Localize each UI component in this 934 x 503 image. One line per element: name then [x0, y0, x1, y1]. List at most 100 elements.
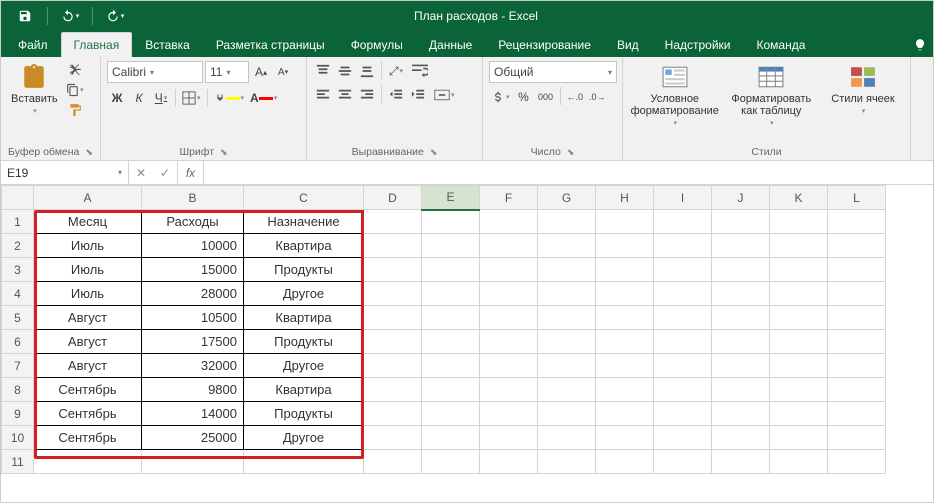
- increase-decimal-button[interactable]: ←.0: [565, 87, 586, 107]
- align-right-button[interactable]: [357, 85, 377, 105]
- cell[interactable]: [828, 258, 886, 282]
- cell-styles-button[interactable]: Стили ячеек▾: [822, 61, 904, 117]
- cell[interactable]: [654, 306, 712, 330]
- cell[interactable]: [480, 210, 538, 234]
- decrease-decimal-button[interactable]: .0→: [587, 87, 608, 107]
- cell[interactable]: [654, 258, 712, 282]
- cell[interactable]: 32000: [142, 354, 244, 378]
- cell[interactable]: [654, 330, 712, 354]
- formula-bar[interactable]: [204, 161, 933, 184]
- cell[interactable]: [422, 258, 480, 282]
- cell[interactable]: [712, 450, 770, 474]
- row-header[interactable]: 1: [2, 210, 34, 234]
- cell[interactable]: [480, 450, 538, 474]
- cell[interactable]: Квартира: [244, 234, 364, 258]
- cell[interactable]: [712, 378, 770, 402]
- name-box[interactable]: E19▾: [1, 161, 129, 184]
- font-name-combo[interactable]: Calibri▾: [107, 61, 203, 83]
- column-header-J[interactable]: J: [712, 186, 770, 210]
- cell[interactable]: [422, 234, 480, 258]
- cell[interactable]: Сентябрь: [34, 402, 142, 426]
- borders-button[interactable]: ▾: [180, 88, 203, 108]
- cell[interactable]: Назначение: [244, 210, 364, 234]
- tell-me-icon[interactable]: [907, 33, 933, 57]
- save-button[interactable]: [7, 1, 43, 31]
- row-header[interactable]: 2: [2, 234, 34, 258]
- cell[interactable]: [770, 378, 828, 402]
- comma-format-button[interactable]: 000: [536, 87, 556, 107]
- cell[interactable]: [828, 330, 886, 354]
- cell[interactable]: [538, 330, 596, 354]
- column-header-E[interactable]: E: [422, 186, 480, 210]
- row-header[interactable]: 9: [2, 402, 34, 426]
- align-left-button[interactable]: [313, 85, 333, 105]
- tab-insert[interactable]: Вставка: [132, 32, 203, 57]
- cell[interactable]: [596, 426, 654, 450]
- format-as-table-button[interactable]: Форматировать как таблицу▾: [725, 61, 818, 129]
- row-header[interactable]: 4: [2, 282, 34, 306]
- cell[interactable]: Август: [34, 330, 142, 354]
- column-header-C[interactable]: C: [244, 186, 364, 210]
- cell[interactable]: Другое: [244, 426, 364, 450]
- cell[interactable]: [712, 306, 770, 330]
- cell[interactable]: 14000: [142, 402, 244, 426]
- cell[interactable]: [770, 210, 828, 234]
- cell[interactable]: [654, 426, 712, 450]
- cell[interactable]: [480, 402, 538, 426]
- tab-file[interactable]: Файл: [5, 32, 61, 57]
- cell[interactable]: [364, 282, 422, 306]
- cancel-formula-button[interactable]: ✕: [129, 166, 153, 180]
- increase-indent-button[interactable]: [408, 85, 428, 105]
- fx-icon[interactable]: fx: [178, 161, 204, 184]
- cell[interactable]: [422, 306, 480, 330]
- cell[interactable]: Июль: [34, 258, 142, 282]
- column-header-G[interactable]: G: [538, 186, 596, 210]
- cell[interactable]: [712, 330, 770, 354]
- cell[interactable]: [364, 210, 422, 234]
- cell[interactable]: [364, 354, 422, 378]
- cell[interactable]: [770, 306, 828, 330]
- cell[interactable]: [596, 258, 654, 282]
- cell[interactable]: [480, 330, 538, 354]
- cell[interactable]: [364, 450, 422, 474]
- bold-button[interactable]: Ж: [107, 88, 127, 108]
- cell[interactable]: [480, 378, 538, 402]
- cell[interactable]: [538, 234, 596, 258]
- cell[interactable]: [480, 354, 538, 378]
- column-header-A[interactable]: A: [34, 186, 142, 210]
- cell[interactable]: [364, 234, 422, 258]
- clipboard-dialog-launcher[interactable]: ⬊: [85, 147, 93, 158]
- tab-data[interactable]: Данные: [416, 32, 485, 57]
- cell[interactable]: Другое: [244, 282, 364, 306]
- cell[interactable]: [422, 450, 480, 474]
- copy-button[interactable]: ▾: [66, 81, 84, 99]
- wrap-text-button[interactable]: [410, 61, 430, 81]
- tab-formulas[interactable]: Формулы: [338, 32, 416, 57]
- cell[interactable]: [770, 282, 828, 306]
- cell[interactable]: Расходы: [142, 210, 244, 234]
- cell[interactable]: [538, 402, 596, 426]
- cell[interactable]: [770, 234, 828, 258]
- tab-team[interactable]: Команда: [744, 32, 819, 57]
- cell[interactable]: [712, 402, 770, 426]
- cell[interactable]: [538, 354, 596, 378]
- cell[interactable]: Август: [34, 354, 142, 378]
- cell[interactable]: Квартира: [244, 306, 364, 330]
- cell[interactable]: [828, 426, 886, 450]
- cell[interactable]: [596, 330, 654, 354]
- cell[interactable]: [596, 210, 654, 234]
- cell[interactable]: [828, 450, 886, 474]
- cell[interactable]: 28000: [142, 282, 244, 306]
- cell[interactable]: Квартира: [244, 378, 364, 402]
- cut-button[interactable]: [66, 61, 84, 79]
- cell[interactable]: Август: [34, 306, 142, 330]
- cell[interactable]: [422, 210, 480, 234]
- cell[interactable]: [538, 282, 596, 306]
- column-header-H[interactable]: H: [596, 186, 654, 210]
- font-dialog-launcher[interactable]: ⬊: [220, 147, 228, 158]
- decrease-font-button[interactable]: A▾: [273, 62, 293, 82]
- cell[interactable]: Продукты: [244, 330, 364, 354]
- cell[interactable]: [422, 330, 480, 354]
- accounting-format-button[interactable]: ▾: [489, 87, 512, 107]
- row-header[interactable]: 3: [2, 258, 34, 282]
